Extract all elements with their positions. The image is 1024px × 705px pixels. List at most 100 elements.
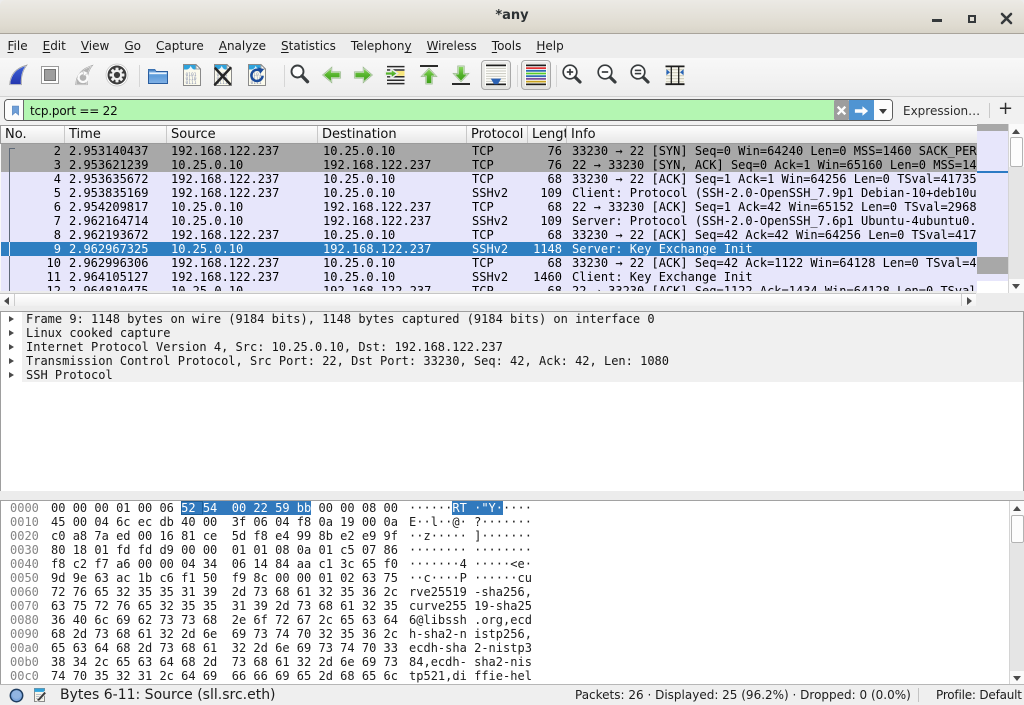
ascii-char[interactable]: c bbox=[517, 613, 524, 627]
hex-byte[interactable]: 8c bbox=[253, 571, 275, 585]
ascii-char[interactable]: h bbox=[431, 641, 438, 655]
ascii-char[interactable]: s bbox=[423, 627, 430, 641]
scroll-up-button[interactable] bbox=[1009, 124, 1024, 138]
hex-byte[interactable]: 73 bbox=[232, 655, 254, 669]
ascii-char[interactable]: · bbox=[423, 543, 430, 557]
hex-byte[interactable]: 66 bbox=[232, 669, 254, 683]
expander-triangle-icon[interactable] bbox=[9, 316, 14, 322]
ascii-char[interactable]: i bbox=[431, 613, 438, 627]
filter-bookmark-button[interactable] bbox=[5, 100, 24, 120]
ascii-char[interactable]: - bbox=[452, 627, 459, 641]
hex-byte[interactable]: 63 bbox=[138, 655, 160, 669]
colorize-button[interactable] bbox=[521, 60, 551, 90]
ascii-char[interactable]: 5 bbox=[525, 599, 532, 613]
ascii-char[interactable]: 2 bbox=[431, 669, 438, 683]
ascii-char[interactable]: · bbox=[496, 557, 503, 571]
hex-byte[interactable]: 72 bbox=[94, 599, 116, 613]
detail-row-1[interactable]: Linux cooked capture bbox=[1, 326, 1023, 340]
column-header-length[interactable]: Length bbox=[528, 126, 567, 143]
ascii-char[interactable]: 2 bbox=[517, 599, 524, 613]
scrollbar-groove[interactable] bbox=[1009, 167, 1024, 279]
display-filter-input[interactable]: tcp.port == 22 bbox=[4, 99, 893, 121]
hex-byte[interactable]: 75 bbox=[73, 599, 95, 613]
ascii-char[interactable]: · bbox=[525, 515, 532, 529]
hex-byte[interactable]: 2d bbox=[232, 585, 254, 599]
hex-byte[interactable]: 68 bbox=[340, 669, 362, 683]
expander-triangle-icon[interactable] bbox=[9, 358, 14, 364]
ascii-char[interactable]: h bbox=[452, 641, 459, 655]
hex-byte[interactable]: 32 bbox=[232, 641, 254, 655]
ascii-char[interactable]: d bbox=[423, 641, 430, 655]
hex-byte[interactable]: 64 bbox=[159, 655, 181, 669]
ascii-char[interactable]: h bbox=[481, 655, 488, 669]
scroll-up-button[interactable] bbox=[1010, 501, 1024, 515]
ascii-char[interactable]: a bbox=[496, 585, 503, 599]
status-profile[interactable]: Profile: Default bbox=[936, 688, 1022, 702]
detail-row-0[interactable]: Frame 9: 1148 bytes on wire (9184 bits),… bbox=[1, 312, 1023, 326]
zoom-out-button[interactable] bbox=[595, 63, 619, 87]
ascii-char[interactable]: s bbox=[496, 599, 503, 613]
detail-row-3[interactable]: Transmission Control Protocol, Src Port:… bbox=[1, 354, 1023, 368]
ascii-char[interactable]: - bbox=[489, 599, 496, 613]
ascii-char[interactable]: 3 bbox=[525, 641, 532, 655]
hex-byte[interactable]: 35 bbox=[384, 599, 398, 613]
hex-byte[interactable]: 00 bbox=[73, 501, 95, 515]
hex-byte[interactable]: 01 bbox=[116, 501, 138, 515]
hex-byte[interactable]: f0 bbox=[384, 557, 398, 571]
hex-byte[interactable]: 69 bbox=[232, 627, 254, 641]
hex-byte[interactable]: 39 bbox=[253, 599, 275, 613]
hex-byte[interactable]: 36 bbox=[362, 585, 384, 599]
hex-byte[interactable]: 18 bbox=[73, 543, 95, 557]
hex-byte[interactable]: 01 bbox=[94, 543, 116, 557]
hex-byte[interactable]: 32 bbox=[318, 627, 340, 641]
hex-row-0070[interactable]: 007063 75 72 76 65 32 35 35 31 39 2d 73 … bbox=[1, 599, 1023, 613]
menu-wireless[interactable]: Wireless bbox=[419, 35, 484, 57]
ascii-char[interactable]: t bbox=[489, 627, 496, 641]
file-reload-button[interactable] bbox=[245, 63, 269, 87]
packet-list-horizontal-scrollbar[interactable] bbox=[0, 293, 976, 306]
hex-byte[interactable]: 6e bbox=[203, 627, 232, 641]
ascii-char[interactable]: · bbox=[431, 557, 438, 571]
hex-byte[interactable]: 36 bbox=[51, 613, 73, 627]
zoom-in-button[interactable] bbox=[560, 63, 584, 87]
ascii-char[interactable]: z bbox=[423, 529, 430, 543]
hex-row-0020[interactable]: 0020c0 a8 7a ed 00 16 81 ce 5d f8 e4 99 … bbox=[1, 529, 1023, 543]
hex-byte[interactable]: 74 bbox=[51, 669, 73, 683]
hex-byte[interactable]: 73 bbox=[181, 613, 203, 627]
file-save-button[interactable] bbox=[180, 63, 204, 87]
packet-row-6[interactable]: 62.95420981710.25.0.10192.168.122.237TCP… bbox=[1, 200, 977, 214]
ascii-char[interactable]: l bbox=[423, 613, 430, 627]
capture-comment-icon[interactable] bbox=[32, 687, 48, 703]
ascii-char[interactable]: 6 bbox=[517, 627, 524, 641]
ascii-char[interactable]: · bbox=[431, 571, 438, 585]
hex-byte[interactable]: 34 bbox=[73, 655, 95, 669]
ascii-char[interactable]: 2 bbox=[431, 585, 438, 599]
hex-byte[interactable]: 61 bbox=[297, 585, 319, 599]
packet-row-10[interactable]: 102.962996306192.168.122.23710.25.0.10TC… bbox=[1, 256, 977, 270]
ascii-char[interactable]: · bbox=[460, 515, 474, 529]
hex-byte[interactable]: 39 bbox=[203, 585, 232, 599]
hex-byte[interactable]: 70 bbox=[73, 669, 95, 683]
ascii-char[interactable]: e bbox=[517, 669, 524, 683]
filter-clear-button[interactable] bbox=[834, 100, 849, 120]
hex-row-00a0[interactable]: 00a065 63 64 68 2d 73 68 61 32 2d 6e 69 … bbox=[1, 641, 1023, 655]
hex-byte[interactable]: 31 bbox=[181, 585, 203, 599]
hex-byte[interactable]: 34 bbox=[203, 557, 232, 571]
hex-byte[interactable]: 65 bbox=[297, 669, 319, 683]
ascii-char[interactable]: o bbox=[481, 613, 488, 627]
hex-byte[interactable]: 01 bbox=[253, 543, 275, 557]
ascii-char[interactable]: h bbox=[452, 655, 459, 669]
hex-byte[interactable]: 61 bbox=[340, 599, 362, 613]
hex-byte[interactable]: 02 bbox=[340, 571, 362, 585]
capture-stop-button[interactable] bbox=[38, 63, 62, 87]
hex-byte[interactable]: 0a bbox=[384, 515, 398, 529]
hex-byte[interactable]: 73 bbox=[253, 585, 275, 599]
column-header-destination[interactable]: Destination bbox=[318, 126, 467, 143]
hex-byte[interactable]: 76 bbox=[73, 585, 95, 599]
hex-byte[interactable]: 72 bbox=[51, 585, 73, 599]
hex-byte[interactable]: 63 bbox=[362, 613, 384, 627]
pane-splitter-bottom[interactable] bbox=[0, 491, 1024, 500]
ascii-char[interactable]: · bbox=[423, 501, 430, 515]
ascii-char[interactable]: · bbox=[489, 571, 496, 585]
capture-restart-button[interactable] bbox=[73, 63, 97, 87]
